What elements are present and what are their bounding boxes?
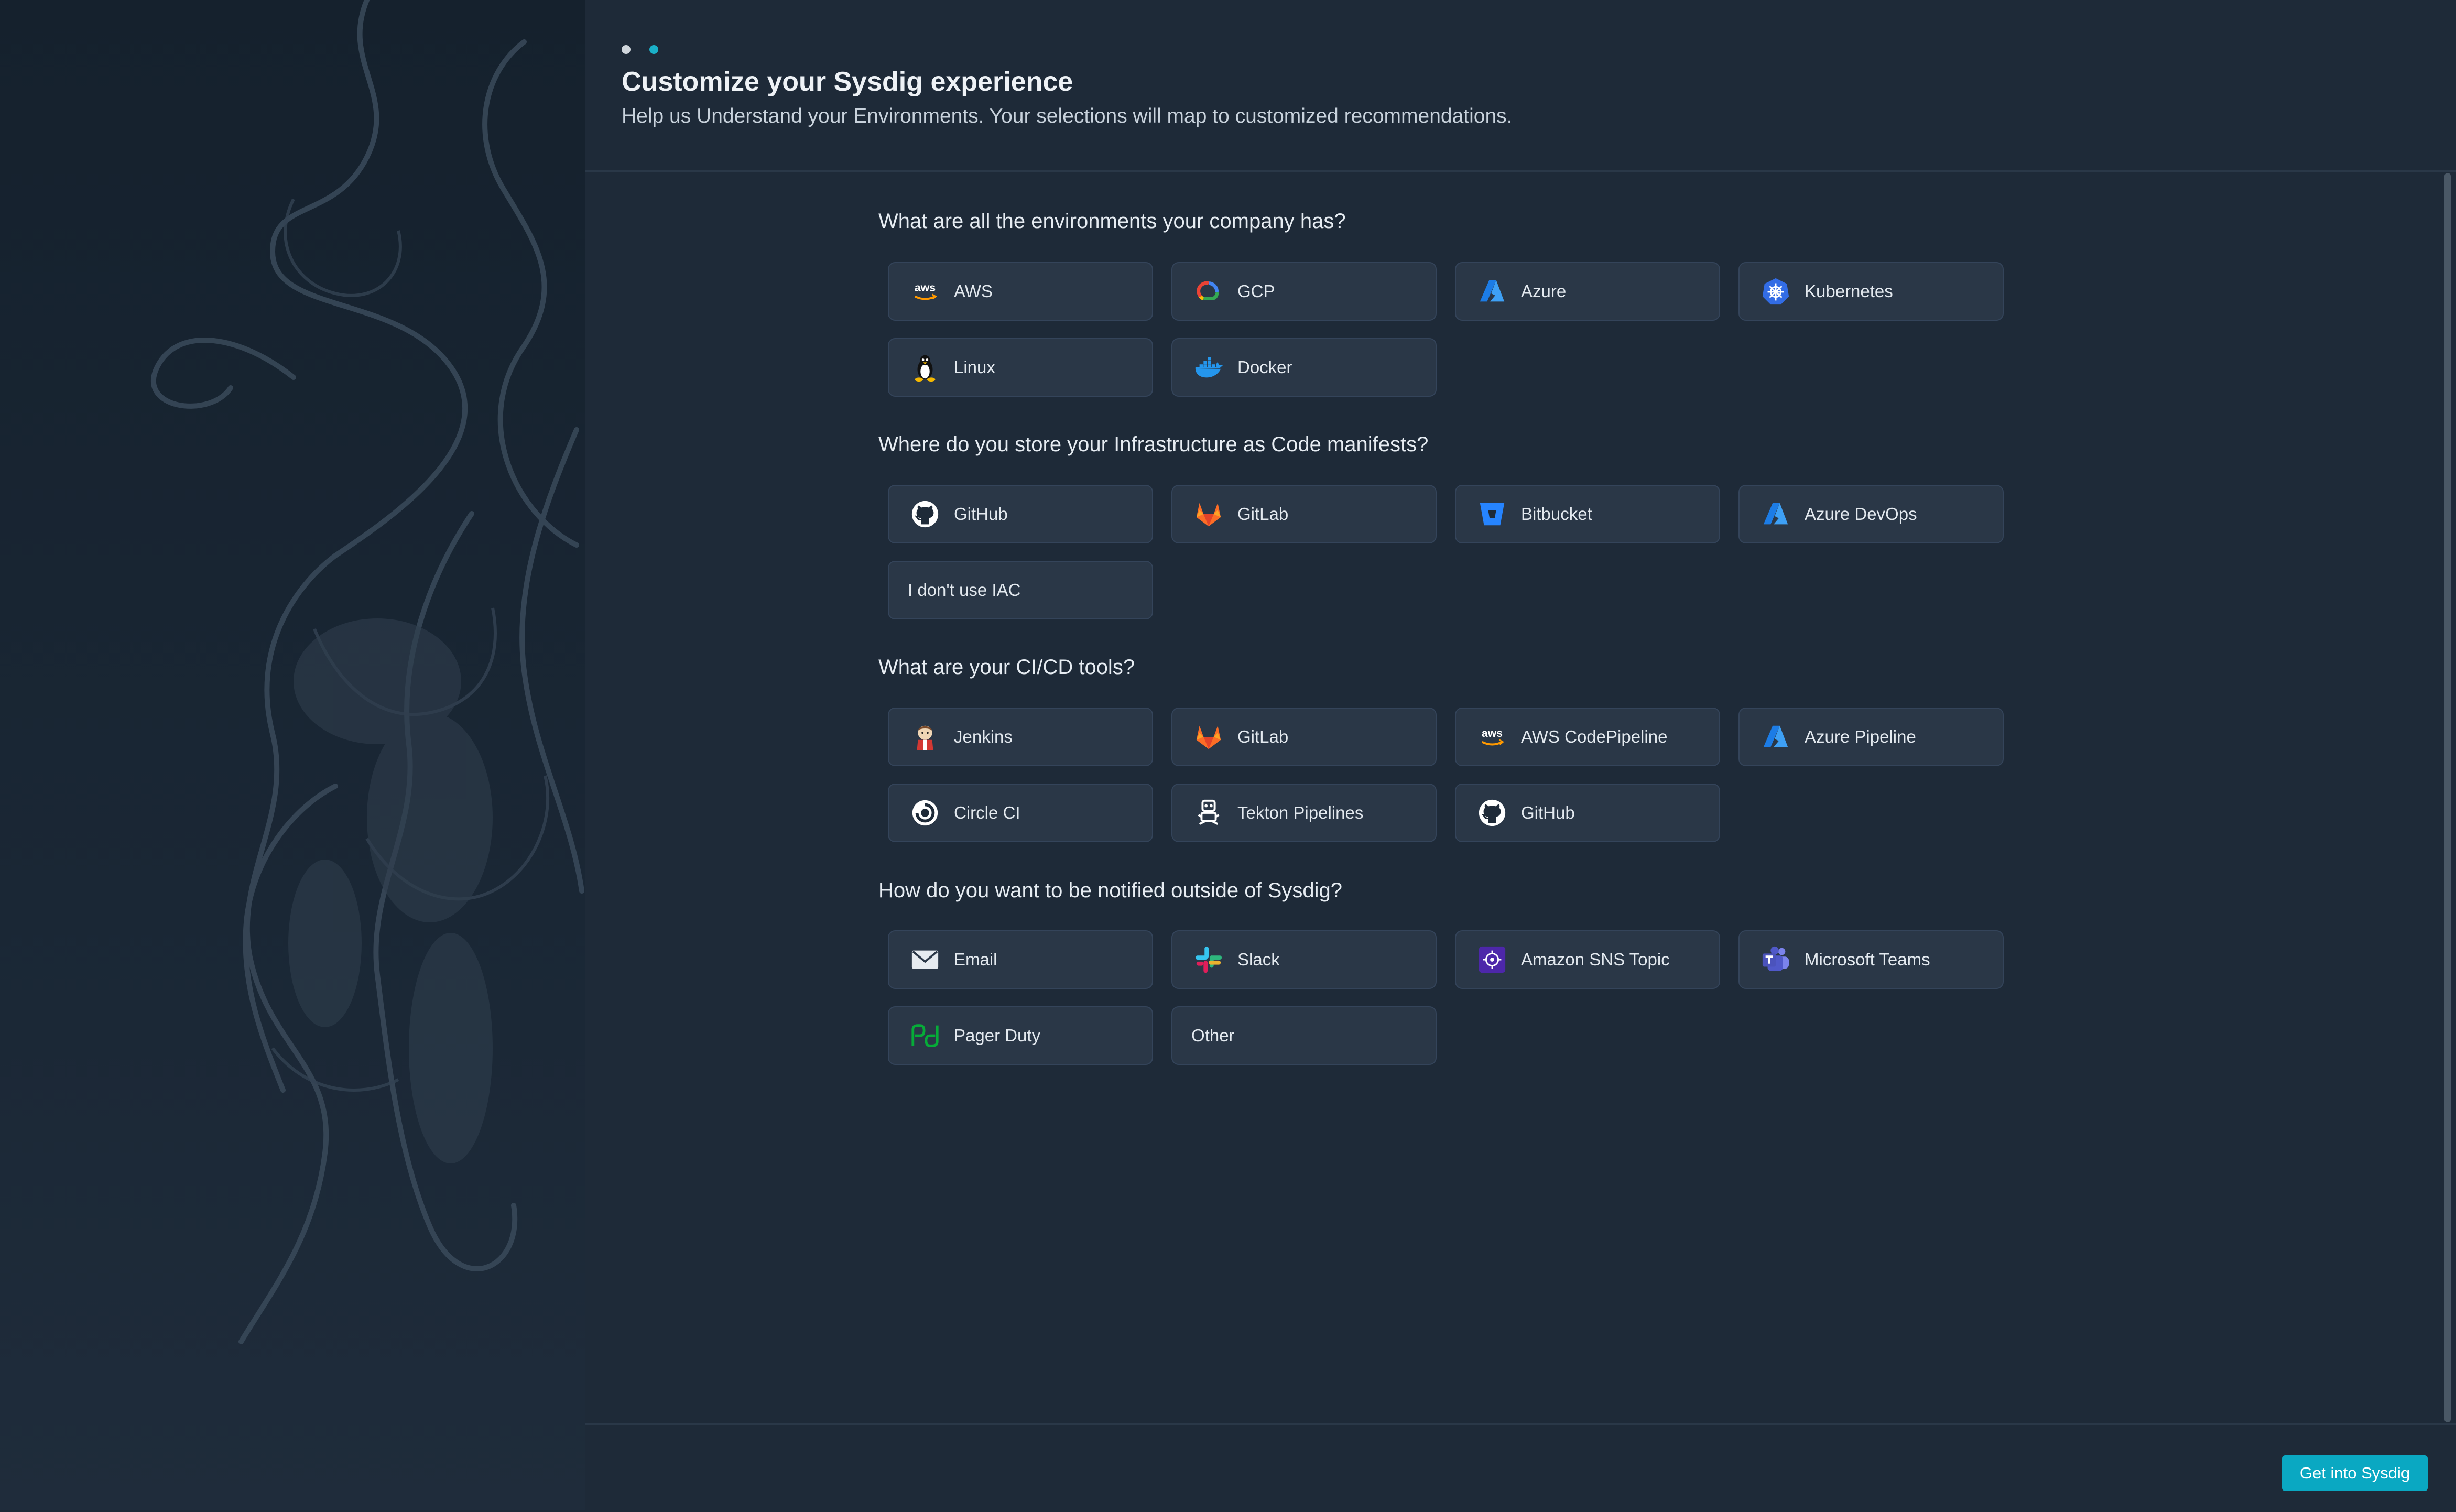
github-icon	[1477, 798, 1507, 828]
option-label: Email	[954, 950, 997, 969]
option-label: Microsoft Teams	[1805, 950, 1930, 969]
option-label: Azure DevOps	[1805, 504, 1917, 524]
option-aws[interactable]: aws AWS	[888, 262, 1153, 321]
option-aws-codepipeline[interactable]: aws AWS CodePipeline	[1455, 708, 1720, 766]
gcp-icon	[1193, 276, 1224, 307]
email-icon	[910, 944, 940, 975]
option-pager-duty[interactable]: Pager Duty	[888, 1006, 1153, 1065]
linux-icon	[910, 352, 940, 383]
main-panel: Customize your Sysdig experience Help us…	[585, 0, 2456, 1510]
pagerduty-icon	[910, 1020, 940, 1051]
option-label: Tekton Pipelines	[1237, 803, 1364, 822]
bitbucket-icon	[1477, 499, 1507, 529]
option-circle-ci[interactable]: Circle CI	[888, 784, 1153, 842]
option-label: AWS CodePipeline	[1521, 727, 1668, 746]
option-other[interactable]: Other	[1171, 1006, 1437, 1065]
aws-icon: aws	[1477, 722, 1507, 752]
option-label: I don't use IAC	[908, 580, 1021, 600]
azure-icon	[1761, 722, 1791, 752]
option-gitlab[interactable]: GitLab	[1171, 708, 1437, 766]
option-label: Slack	[1237, 950, 1280, 969]
option-i-don-t-use-iac[interactable]: I don't use IAC	[888, 561, 1153, 619]
step-dot-2[interactable]	[649, 45, 658, 54]
svg-text:aws: aws	[915, 281, 936, 294]
section-question: What are your CI/CD tools?	[878, 656, 1135, 679]
option-label: Amazon SNS Topic	[1521, 950, 1670, 969]
option-gcp[interactable]: GCP	[1171, 262, 1437, 321]
azure-icon	[1477, 276, 1507, 307]
octopus-illustration	[150, 0, 584, 1344]
section-question: Where do you store your Infrastructure a…	[878, 433, 1429, 456]
option-label: Azure Pipeline	[1805, 727, 1916, 746]
option-label: Other	[1191, 1026, 1235, 1045]
option-email[interactable]: Email	[888, 930, 1153, 989]
step-dot-1[interactable]	[622, 45, 631, 54]
decorative-side-panel	[0, 0, 585, 1510]
option-tekton-pipelines[interactable]: Tekton Pipelines	[1171, 784, 1437, 842]
option-label: Jenkins	[954, 727, 1013, 746]
option-amazon-sns-topic[interactable]: Amazon SNS Topic	[1455, 930, 1720, 989]
option-jenkins[interactable]: Jenkins	[888, 708, 1153, 766]
option-slack[interactable]: Slack	[1171, 930, 1437, 989]
option-label: GitHub	[1521, 803, 1575, 822]
option-label: GitLab	[1237, 504, 1289, 524]
option-label: Linux	[954, 357, 995, 377]
option-github[interactable]: GitHub	[1455, 784, 1720, 842]
page-header: Customize your Sysdig experience Help us…	[585, 0, 2456, 172]
option-azure-devops[interactable]: Azure DevOps	[1738, 485, 2004, 543]
gitlab-icon	[1193, 499, 1224, 529]
option-microsoft-teams[interactable]: Microsoft Teams	[1738, 930, 2004, 989]
github-icon	[910, 499, 940, 529]
microsoft-teams-icon	[1761, 944, 1791, 975]
option-linux[interactable]: Linux	[888, 338, 1153, 397]
scrollbar[interactable]	[2444, 173, 2451, 1422]
option-label: Circle CI	[954, 803, 1020, 822]
circleci-icon	[910, 798, 940, 828]
option-label: GitLab	[1237, 727, 1289, 746]
option-label: GCP	[1237, 281, 1275, 301]
option-azure[interactable]: Azure	[1455, 262, 1720, 321]
option-label: Bitbucket	[1521, 504, 1592, 524]
section-question: How do you want to be notified outside o…	[878, 879, 1342, 902]
svg-text:aws: aws	[1482, 727, 1503, 739]
amazon-sns-icon	[1477, 944, 1507, 975]
option-bitbucket[interactable]: Bitbucket	[1455, 485, 1720, 543]
get-into-sysdig-button[interactable]: Get into Sysdig	[2282, 1455, 2428, 1491]
section-question: What are all the environments your compa…	[878, 210, 1346, 233]
option-label: Azure	[1521, 281, 1567, 301]
gitlab-icon	[1193, 722, 1224, 752]
step-indicator	[622, 45, 658, 54]
page-subtitle: Help us Understand your Environments. Yo…	[622, 105, 1513, 127]
tekton-icon	[1193, 798, 1224, 828]
option-label: Docker	[1237, 357, 1292, 377]
option-kubernetes[interactable]: Kubernetes	[1738, 262, 2004, 321]
azure-devops-icon	[1761, 499, 1791, 529]
docker-icon	[1193, 352, 1224, 383]
page-footer: Get into Sysdig	[585, 1423, 2456, 1512]
option-github[interactable]: GitHub	[888, 485, 1153, 543]
option-gitlab[interactable]: GitLab	[1171, 485, 1437, 543]
option-label: GitHub	[954, 504, 1008, 524]
option-label: Pager Duty	[954, 1026, 1041, 1045]
option-docker[interactable]: Docker	[1171, 338, 1437, 397]
jenkins-icon	[910, 722, 940, 752]
option-label: Kubernetes	[1805, 281, 1893, 301]
aws-icon: aws	[910, 276, 940, 307]
option-azure-pipeline[interactable]: Azure Pipeline	[1738, 708, 2004, 766]
page-title: Customize your Sysdig experience	[622, 67, 1073, 97]
option-label: AWS	[954, 281, 993, 301]
kubernetes-icon	[1761, 276, 1791, 307]
slack-icon	[1193, 944, 1224, 975]
